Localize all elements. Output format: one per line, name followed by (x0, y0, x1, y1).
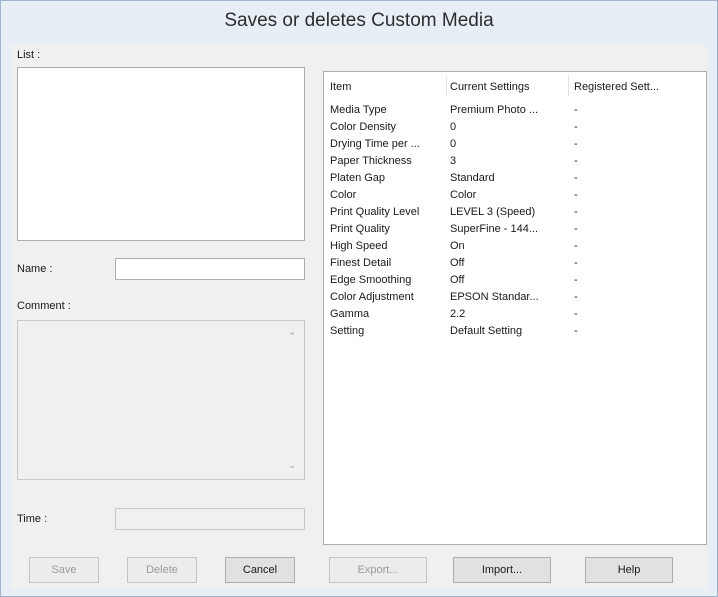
table-row[interactable]: Color Density 0 - (324, 119, 706, 136)
cell-item: Print Quality Level (330, 206, 420, 218)
column-header-item[interactable]: Item (324, 72, 446, 100)
cell-item: Platen Gap (330, 172, 386, 184)
scroll-up-icon[interactable]: ⌃ (288, 331, 296, 342)
table-row[interactable]: Edge Smoothing Off - (324, 272, 706, 289)
cell-item: High Speed (330, 240, 388, 252)
cell-registered: - (574, 121, 578, 133)
cell-registered: - (574, 189, 578, 201)
table-row[interactable]: Media Type Premium Photo ... - (324, 102, 706, 119)
cell-registered: - (574, 257, 578, 269)
cell-registered: - (574, 274, 578, 286)
name-input[interactable] (115, 258, 305, 280)
table-row[interactable]: Finest Detail Off - (324, 255, 706, 272)
cell-current: On (450, 240, 465, 252)
time-label: Time : (17, 513, 48, 525)
time-field (115, 508, 305, 530)
import-button[interactable]: Import... (453, 557, 551, 583)
cell-item: Setting (330, 325, 365, 337)
table-row[interactable]: Print Quality SuperFine - 144... - (324, 221, 706, 238)
cell-current: Premium Photo ... (450, 104, 539, 116)
cell-registered: - (574, 308, 578, 320)
export-button-label: Export... (357, 564, 399, 576)
table-row[interactable]: Platen Gap Standard - (324, 170, 706, 187)
cell-registered: - (574, 291, 578, 303)
name-label: Name : (17, 263, 53, 275)
cell-current: Off (450, 274, 465, 286)
table-row[interactable]: Setting Default Setting - (324, 323, 706, 340)
comment-textarea[interactable]: ⌃ ⌄ (17, 320, 305, 480)
help-button[interactable]: Help (585, 557, 673, 583)
cell-current: Off (450, 257, 465, 269)
cell-current: Standard (450, 172, 495, 184)
cell-registered: - (574, 138, 578, 150)
cell-registered: - (574, 155, 578, 167)
cell-item: Color Density (330, 121, 397, 133)
table-row[interactable]: High Speed On - (324, 238, 706, 255)
cell-item: Edge Smoothing (330, 274, 412, 286)
import-button-label: Import... (481, 564, 523, 576)
column-header-current-settings[interactable]: Current Settings (444, 72, 568, 100)
list-label: List : (17, 49, 41, 61)
cell-current: 2.2 (450, 308, 466, 320)
cell-item: Paper Thickness (330, 155, 412, 167)
cell-registered: - (574, 206, 578, 218)
cell-item: Media Type (330, 104, 387, 116)
cell-current: SuperFine - 144... (450, 223, 539, 235)
cell-item: Drying Time per ... (330, 138, 420, 150)
cell-item: Color Adjustment (330, 291, 414, 303)
table-row[interactable]: Color Adjustment EPSON Standar... - (324, 289, 706, 306)
cell-item: Print Quality (330, 223, 390, 235)
comment-label: Comment : (17, 300, 71, 312)
table-row[interactable]: Drying Time per ... 0 - (324, 136, 706, 153)
cell-registered: - (574, 223, 578, 235)
cancel-button[interactable]: Cancel (225, 557, 295, 583)
media-list[interactable] (17, 67, 305, 241)
delete-button-label: Delete (146, 564, 178, 576)
cell-item: Gamma (330, 308, 370, 320)
custom-media-dialog: Saves or deletes Custom Media List : Nam… (0, 0, 718, 597)
cell-current: EPSON Standar... (450, 291, 539, 303)
table-row[interactable]: Gamma 2.2 - (324, 306, 706, 323)
table-row[interactable]: Color Color - (324, 187, 706, 204)
cell-current: 0 (450, 138, 457, 150)
save-button-label: Save (51, 564, 77, 576)
table-header: Item Current Settings Registered Sett... (324, 72, 706, 100)
column-header-registered-settings[interactable]: Registered Sett... (568, 72, 708, 100)
save-button[interactable]: Save (29, 557, 99, 583)
cell-current: 3 (450, 155, 457, 167)
cell-registered: - (574, 172, 578, 184)
dialog-title: Saves or deletes Custom Media (224, 10, 494, 31)
cell-registered: - (574, 240, 578, 252)
cell-item: Finest Detail (330, 257, 392, 269)
export-button[interactable]: Export... (329, 557, 427, 583)
cell-current: Default Setting (450, 325, 523, 337)
cancel-button-label: Cancel (242, 564, 278, 576)
table-row[interactable]: Paper Thickness 3 - (324, 153, 706, 170)
table-row[interactable]: Print Quality Level LEVEL 3 (Speed) - (324, 204, 706, 221)
cell-item: Color (330, 189, 357, 201)
scroll-down-icon[interactable]: ⌄ (288, 460, 296, 471)
cell-current: LEVEL 3 (Speed) (450, 206, 536, 218)
settings-table: Item Current Settings Registered Sett...… (323, 71, 707, 545)
delete-button[interactable]: Delete (127, 557, 197, 583)
help-button-label: Help (617, 564, 641, 576)
cell-current: Color (450, 189, 477, 201)
cell-current: 0 (450, 121, 457, 133)
cell-registered: - (574, 325, 578, 337)
cell-registered: - (574, 104, 578, 116)
dialog-body: List : Name : Comment : ⌃ ⌄ Time : Item … (11, 45, 707, 589)
